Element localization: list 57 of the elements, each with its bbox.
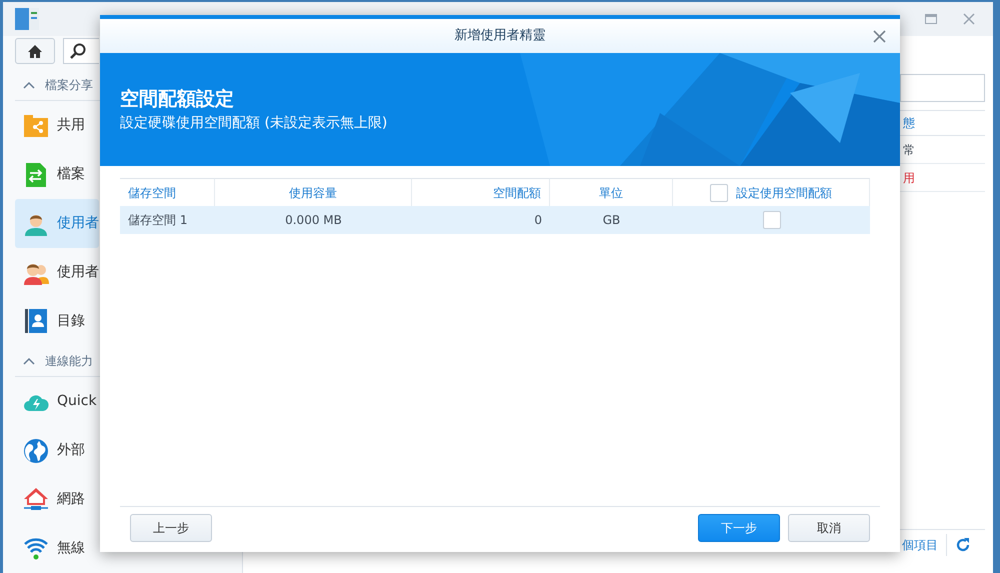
sidebar-item[interactable]: 外部 [15,426,99,476]
column-header: 空間配額 [493,184,541,202]
table-cell-text: 0 [534,212,542,229]
contact-book-icon [23,308,49,334]
collapse-caret-icon[interactable] [23,81,35,90]
status-text: 用 [903,170,915,186]
wizard-button[interactable]: 取消 [788,514,870,542]
column-header: 使用容量 [289,184,337,202]
dialog-title: 新增使用者精靈 [454,27,546,46]
table-cell-text: 儲存空間 1 [128,212,188,229]
sidebar-item[interactable]: 無線 [15,524,99,573]
page-heading: 空間配額設定 [120,86,235,112]
section-header: 檔案分享 [45,77,93,94]
column-header: 態 [903,115,915,132]
sidebar-item[interactable]: 共用 [15,101,99,150]
sidebar-item[interactable]: 檔案 [15,150,99,200]
collapse-caret-icon[interactable] [23,357,35,366]
refresh-icon[interactable] [955,536,971,552]
house-network-icon [23,486,49,513]
sidebar-item[interactable]: 使用者 [15,199,99,248]
filter-field[interactable] [900,74,985,102]
column-header: 設定使用空間配額 [736,184,832,202]
sidebar-item-label: 共用 [57,116,85,136]
sidebar-item[interactable]: 網路 [15,475,99,524]
sidebar-item[interactable]: 使用者 [15,248,99,298]
column-header: 儲存空間 [128,184,176,202]
item-count: 個項目 [902,536,938,554]
quota-checkbox[interactable] [762,211,780,229]
wizard-button[interactable]: 上一步 [130,514,212,542]
sidebar-item-label: 目錄 [57,312,85,331]
column-header: 單位 [599,184,623,202]
table-cell-text: GB [602,212,620,229]
close-icon[interactable] [963,13,975,25]
file-transfer-icon [23,162,49,188]
search-field[interactable] [63,38,99,64]
sidebar-item-label: 外部 [57,441,85,460]
status-text: 常 [903,142,915,158]
globe-icon [23,438,49,464]
select-all-checkbox[interactable] [710,184,728,202]
sidebar-item[interactable]: 目錄 [15,297,99,346]
table-cell-text: 0.000 MB [285,212,342,229]
folder-share-icon [23,112,49,139]
app-icon [15,8,39,30]
sidebar-item-label: 檔案 [57,165,85,184]
close-icon [873,30,886,43]
sidebar-item-label: 使用者 [57,214,99,234]
page-subtitle: 設定硬碟使用空間配額 (未設定表示無上限) [120,114,388,134]
search-icon [70,43,86,59]
sidebar-item-label: 網路 [57,490,85,510]
home-button[interactable] [15,38,55,64]
sidebar-item[interactable]: Quick [15,377,99,426]
sidebar-item-label: Quick [57,392,97,412]
sidebar-item-label: 無線 [57,538,85,558]
home-icon [27,44,43,58]
maximize-icon[interactable] [925,14,937,24]
section-header: 連線能力 [45,353,93,370]
sidebar-item-label: 使用者 [57,263,99,282]
